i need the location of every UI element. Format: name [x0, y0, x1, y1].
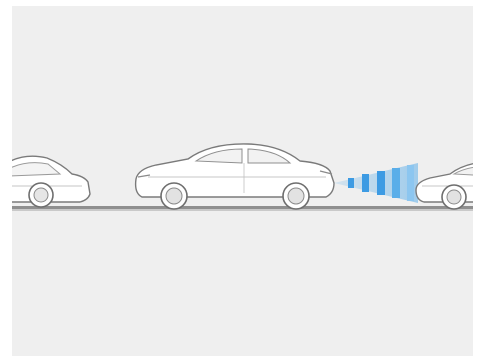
rear-vehicle	[12, 155, 91, 208]
beam-bar-3	[377, 171, 385, 195]
front-vehicle	[415, 163, 473, 210]
illustration-frame	[12, 6, 473, 356]
beam-bar-4	[392, 168, 400, 198]
beam-bar-1	[348, 178, 354, 188]
own-vehicle	[134, 143, 335, 210]
beam-bar-2	[362, 174, 369, 192]
